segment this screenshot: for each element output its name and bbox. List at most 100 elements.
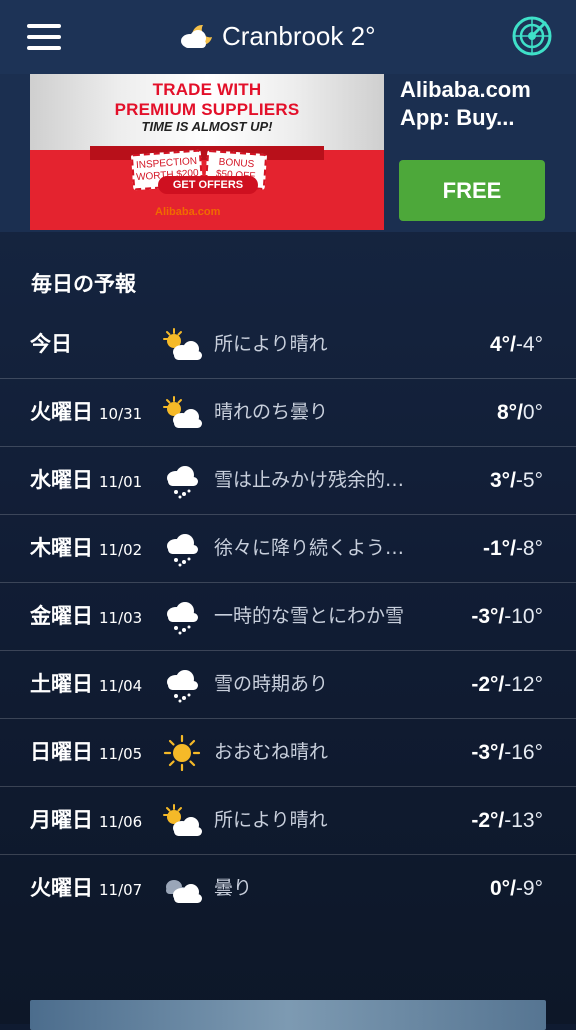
partly-sunny-icon xyxy=(163,396,202,428)
menu-line xyxy=(27,35,61,39)
forecast-condition: 雪は止みかけ残余的… xyxy=(214,469,405,491)
cloudy-icon xyxy=(166,880,202,903)
ad-headline: TRADE WITH PREMIUM SUPPLIERS xyxy=(30,80,384,120)
ad-image[interactable]: TRADE WITH PREMIUM SUPPLIERS TIME IS ALM… xyxy=(30,74,384,230)
day-label: 木曜日 xyxy=(30,536,93,560)
forecast-row[interactable]: 金曜日 11/03 一時的な雪とにわか雪 -3°/-10° xyxy=(0,583,576,651)
day-label: 土曜日 xyxy=(30,672,93,696)
temp-high: 0° xyxy=(490,877,511,900)
day-date: 11/04 xyxy=(99,677,143,695)
temp-low: -8° xyxy=(515,537,543,560)
day-date: 11/06 xyxy=(99,813,143,831)
forecast-list: 今日 所により晴れ 4°/-4° 火曜日 10/31 晴れのち曇り 8°/0° … xyxy=(0,311,576,922)
ad-app-name[interactable]: Alibaba.com App: Buy... xyxy=(400,76,570,132)
forecast-condition: 晴れのち曇り xyxy=(214,401,329,423)
forecast-temps: -2°/-13° xyxy=(471,787,543,854)
temp-high: -1° xyxy=(483,537,511,560)
top-bar: Cranbrook 2° xyxy=(0,0,576,75)
ad-tagline: TIME IS ALMOST UP! xyxy=(141,119,273,134)
ad-get-offers-button[interactable]: GET OFFERS xyxy=(158,176,258,194)
next-card-preview[interactable] xyxy=(30,1000,546,1030)
forecast-condition: 曇り xyxy=(214,877,253,899)
forecast-temps: 8°/0° xyxy=(497,379,543,446)
hamburger-menu-icon[interactable] xyxy=(27,24,61,50)
weather-app: Cranbrook 2° TRADE WITH PREMIUM SUPPLIER… xyxy=(0,0,576,1030)
day-date: 11/07 xyxy=(99,881,143,899)
temp-low: -16° xyxy=(504,741,543,764)
location-label: Cranbrook xyxy=(222,20,344,51)
temp-high: 8° xyxy=(497,401,518,424)
forecast-condition: 所により晴れ xyxy=(214,333,328,355)
forecast-day: 今日 xyxy=(30,311,78,378)
temp-low: -10° xyxy=(504,605,543,628)
forecast-temps: 0°/-9° xyxy=(490,855,543,922)
temp-high: -3° xyxy=(471,741,499,764)
temp-high: -2° xyxy=(471,673,499,696)
temp-high: -3° xyxy=(471,605,499,628)
forecast-day: 木曜日 11/02 xyxy=(30,515,142,582)
sun-icon xyxy=(163,735,201,771)
current-temp: 2° xyxy=(350,20,376,51)
ad-free-button[interactable]: FREE xyxy=(399,160,545,221)
day-date: 11/01 xyxy=(99,473,143,491)
temp-high: 3° xyxy=(490,469,511,492)
forecast-day: 月曜日 11/06 xyxy=(30,787,142,854)
forecast-day: 土曜日 11/04 xyxy=(30,651,142,718)
location-title[interactable]: Cranbrook 2° xyxy=(178,16,376,56)
menu-line xyxy=(27,24,61,28)
partly-cloudy-night-icon xyxy=(181,24,212,48)
day-label: 金曜日 xyxy=(30,604,93,628)
forecast-condition: 一時的な雪とにわか雪 xyxy=(214,605,405,627)
temp-low: -12° xyxy=(504,673,543,696)
snow-cloud-icon xyxy=(167,670,198,703)
temp-low: 0° xyxy=(522,401,543,424)
forecast-row[interactable]: 今日 所により晴れ 4°/-4° xyxy=(0,311,576,379)
ad-brand-logo: Alibaba.com xyxy=(155,206,221,218)
forecast-temps: -3°/-16° xyxy=(471,719,543,786)
temp-high: 4° xyxy=(490,333,511,356)
day-date: 11/05 xyxy=(99,745,143,763)
forecast-temps: -2°/-12° xyxy=(471,651,543,718)
day-date: 11/02 xyxy=(99,541,143,559)
ad-banner[interactable]: TRADE WITH PREMIUM SUPPLIERS TIME IS ALM… xyxy=(0,74,576,232)
day-label: 火曜日 xyxy=(30,400,93,424)
day-label: 水曜日 xyxy=(30,468,93,492)
forecast-row[interactable]: 火曜日 11/07 曇り 0°/-9° xyxy=(0,855,576,922)
temp-low: -9° xyxy=(515,877,543,900)
forecast-row[interactable]: 土曜日 11/04 雪の時期あり -2°/-12° xyxy=(0,651,576,719)
forecast-temps: -3°/-10° xyxy=(471,583,543,650)
temp-low: -5° xyxy=(515,469,543,492)
forecast-condition: 徐々に降り続くよう… xyxy=(214,537,405,559)
day-date: 11/03 xyxy=(99,609,143,627)
forecast-row[interactable]: 日曜日 11/05 おおむね晴れ -3°/-16° xyxy=(0,719,576,787)
location-name: Cranbrook 2° xyxy=(222,21,376,52)
forecast-condition: 所により晴れ xyxy=(214,809,328,831)
forecast-day: 金曜日 11/03 xyxy=(30,583,142,650)
forecast-row[interactable]: 月曜日 11/06 所により晴れ -2°/-13° xyxy=(0,787,576,855)
partly-sunny-icon xyxy=(163,804,202,836)
forecast-row[interactable]: 火曜日 10/31 晴れのち曇り 8°/0° xyxy=(0,379,576,447)
snow-cloud-icon xyxy=(167,602,198,635)
forecast-temps: 3°/-5° xyxy=(490,447,543,514)
ad-headline-line1: TRADE WITH xyxy=(152,80,262,99)
menu-line xyxy=(27,46,61,50)
forecast-day: 日曜日 11/05 xyxy=(30,719,142,786)
forecast-row[interactable]: 水曜日 11/01 雪は止みかけ残余的… 3°/-5° xyxy=(0,447,576,515)
temp-high: -2° xyxy=(471,809,499,832)
snow-cloud-icon xyxy=(167,534,198,567)
temp-low: -13° xyxy=(504,809,543,832)
radar-icon[interactable] xyxy=(512,16,552,56)
section-title: 毎日の予報 xyxy=(31,272,136,296)
partly-sunny-icon xyxy=(163,328,202,360)
forecast-day: 火曜日 10/31 xyxy=(30,379,142,446)
forecast-temps: 4°/-4° xyxy=(490,311,543,378)
day-label: 月曜日 xyxy=(30,808,93,832)
forecast-temps: -1°/-8° xyxy=(483,515,543,582)
forecast-day: 火曜日 11/07 xyxy=(30,855,142,922)
forecast-row[interactable]: 木曜日 11/02 徐々に降り続くよう… -1°/-8° xyxy=(0,515,576,583)
day-label: 火曜日 xyxy=(30,876,93,900)
ad-headline-line2: PREMIUM SUPPLIERS xyxy=(114,100,300,119)
temp-low: -4° xyxy=(515,333,543,356)
day-date: 10/31 xyxy=(99,405,143,423)
forecast-condition: 雪の時期あり xyxy=(214,673,329,695)
